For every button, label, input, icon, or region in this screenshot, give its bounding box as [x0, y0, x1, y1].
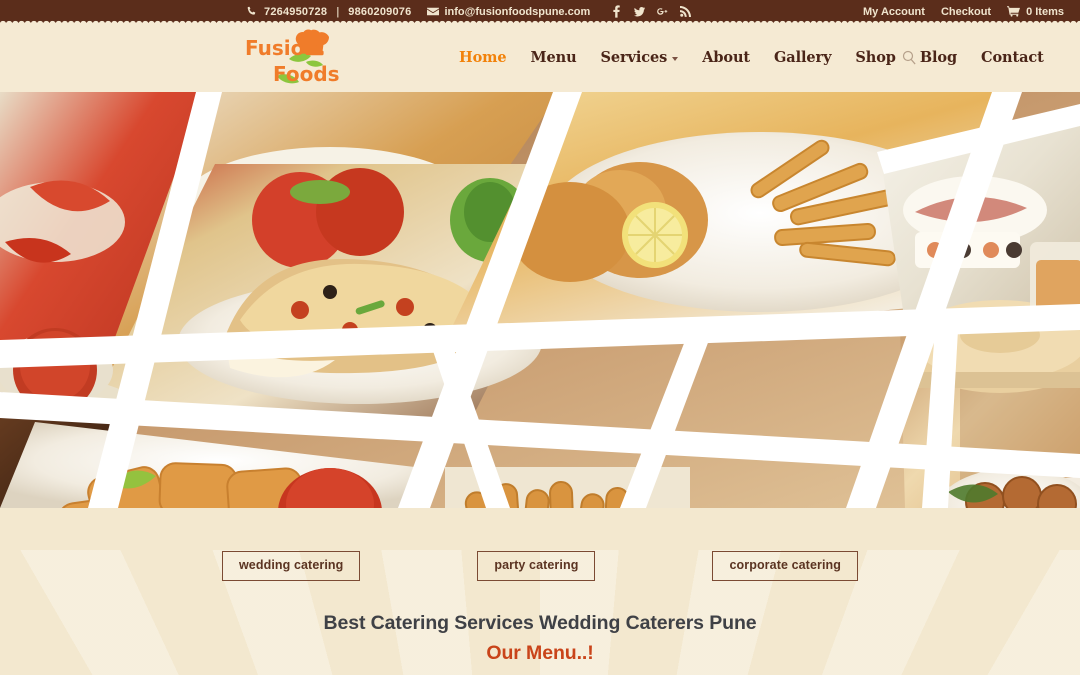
- envelope-icon: [427, 7, 440, 16]
- nav-label: Services: [600, 49, 668, 66]
- topbar-contact-group: 7264950728 | 9860209076 info@fusionfoods…: [246, 5, 692, 18]
- catering-tag-row: wedding catering party catering corporat…: [0, 508, 1080, 581]
- site-header: Fusion Foods Home Menu Services About Ga…: [0, 23, 1080, 92]
- tag-party-catering[interactable]: party catering: [477, 551, 596, 581]
- rss-icon[interactable]: [680, 5, 692, 18]
- shopping-cart-icon: [1007, 6, 1021, 17]
- nav-label: Gallery: [774, 49, 832, 66]
- my-account-link[interactable]: My Account: [863, 6, 925, 18]
- menu-intro-section: wedding catering party catering corporat…: [0, 508, 1080, 675]
- google-plus-icon[interactable]: [657, 5, 668, 18]
- social-links-group: [611, 5, 692, 18]
- top-utility-bar: 7264950728 | 9860209076 info@fusionfoods…: [0, 0, 1080, 24]
- site-logo[interactable]: Fusion Foods: [243, 29, 359, 87]
- section-headings: Best Catering Services Wedding Caterers …: [0, 612, 1080, 665]
- hero-collage: [0, 92, 1080, 508]
- twitter-icon[interactable]: [634, 5, 646, 18]
- nav-label: Menu: [530, 49, 577, 66]
- email-address[interactable]: info@fusionfoodspune.com: [444, 6, 590, 18]
- phone-number-2[interactable]: 9860209076: [348, 6, 411, 18]
- nav-label: About: [702, 49, 751, 66]
- cart-item-count: 0 Items: [1026, 5, 1064, 18]
- page-title: Best Catering Services Wedding Caterers …: [323, 611, 757, 634]
- checkout-link[interactable]: Checkout: [941, 6, 991, 18]
- nav-item-services[interactable]: Services: [589, 49, 691, 66]
- nav-label: Shop: [855, 49, 896, 66]
- nav-label: Contact: [981, 49, 1044, 66]
- cart-link[interactable]: 0 Items: [1007, 6, 1064, 18]
- nav-item-contact[interactable]: Contact: [969, 49, 1056, 66]
- nav-item-menu[interactable]: Menu: [519, 49, 589, 66]
- nav-item-about[interactable]: About: [690, 49, 762, 66]
- phone-number-1[interactable]: 7264950728: [264, 6, 327, 18]
- phone-icon: [246, 6, 257, 17]
- topbar-account-group: My Account Checkout 0 Items: [863, 6, 1064, 18]
- tag-wedding-catering[interactable]: wedding catering: [221, 551, 361, 581]
- page-subtitle: Our Menu..!: [486, 641, 594, 664]
- phone-separator: |: [336, 5, 340, 18]
- nav-label: Home: [459, 49, 507, 66]
- svg-text:Foods: Foods: [273, 62, 340, 86]
- chevron-down-icon: [672, 57, 679, 61]
- nav-item-gallery[interactable]: Gallery: [762, 49, 843, 66]
- tag-corporate-catering[interactable]: corporate catering: [712, 551, 859, 581]
- main-navigation: Home Menu Services About Gallery Shop Bl…: [447, 23, 1056, 92]
- facebook-icon[interactable]: [611, 5, 622, 18]
- search-icon[interactable]: [898, 47, 920, 69]
- nav-item-home[interactable]: Home: [447, 49, 519, 66]
- svg-text:Fusion: Fusion: [245, 36, 319, 60]
- nav-label: Blog: [919, 49, 958, 66]
